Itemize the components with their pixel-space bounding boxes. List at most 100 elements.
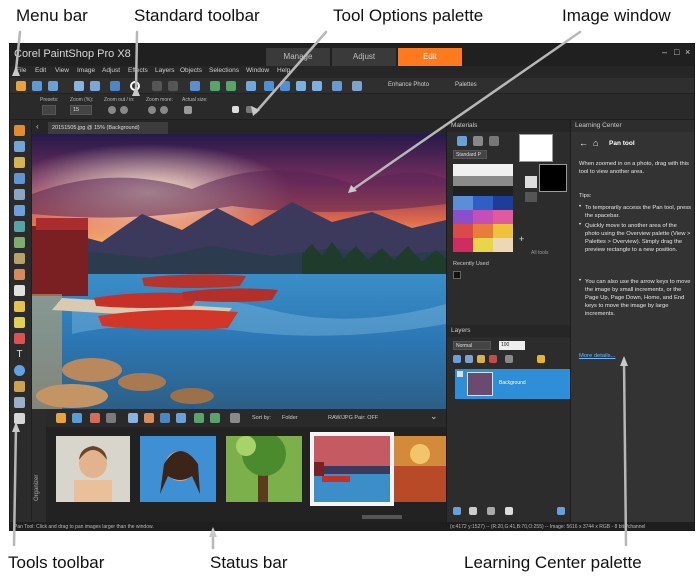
organizer-print-icon[interactable] [144, 413, 154, 423]
crop-tool-icon[interactable] [14, 189, 25, 200]
clone-tool-icon[interactable] [14, 237, 25, 248]
thumbnail-5[interactable] [394, 436, 446, 502]
fit-window-icon[interactable] [280, 81, 290, 91]
warp-tool-icon[interactable] [14, 397, 25, 408]
zoom-in-icon[interactable] [296, 81, 306, 91]
layers-delete-icon[interactable] [505, 507, 513, 515]
more-details-link[interactable]: More details... [579, 352, 691, 360]
thumbnail-3[interactable] [226, 436, 302, 502]
organizer-rotate-icon[interactable] [176, 413, 186, 423]
sort-dropdown[interactable]: Folder [282, 415, 298, 421]
new-adjustment-layer-icon[interactable] [477, 355, 485, 363]
chevron-left-icon[interactable]: ‹ [36, 122, 39, 131]
organizer-view-icon[interactable] [72, 413, 82, 423]
repeat-icon[interactable] [168, 81, 178, 91]
copy-icon[interactable] [246, 81, 256, 91]
redo-icon[interactable] [152, 81, 162, 91]
transparent-icon[interactable] [525, 192, 537, 202]
redeye-tool-icon[interactable] [14, 221, 25, 232]
dodge-tool-icon[interactable] [14, 301, 25, 312]
opacity-field[interactable]: 100 [499, 341, 525, 350]
zoom-out-button-icon[interactable] [108, 106, 116, 114]
layers-properties-icon[interactable] [557, 507, 565, 515]
organizer-redo-icon[interactable] [210, 413, 220, 423]
new-raster-layer-icon[interactable] [453, 355, 461, 363]
enhance-photo-menu[interactable]: Enhance Photo [388, 82, 429, 88]
organizer-browse-icon[interactable] [56, 413, 66, 423]
color-swatches[interactable] [453, 164, 513, 256]
layers-bottom-icon-1[interactable] [453, 507, 461, 515]
browse-icon[interactable] [32, 81, 42, 91]
rainbow-frame-icon[interactable] [473, 136, 483, 146]
zoom-in-button-icon[interactable] [120, 106, 128, 114]
zoom-more-out-icon[interactable] [148, 106, 156, 114]
straighten-tool-icon[interactable] [14, 205, 25, 216]
display-icon[interactable] [332, 81, 342, 91]
raw-jpg-toggle[interactable]: RAW/JPG Pair: OFF [328, 415, 378, 421]
lasso-tool-icon[interactable] [14, 157, 25, 168]
palette-dropdown[interactable]: Standard P [453, 150, 487, 159]
layers-bottom-icon-3[interactable] [487, 507, 495, 515]
organizer-tag-icon[interactable] [90, 413, 100, 423]
pen-tool-icon[interactable] [14, 381, 25, 392]
option-square-icon-2[interactable] [246, 106, 253, 113]
thumbnail-1[interactable] [56, 436, 130, 502]
save-icon[interactable] [48, 81, 58, 91]
new-vector-layer-icon[interactable] [465, 355, 473, 363]
image-window[interactable] [32, 134, 446, 409]
layers-bottom-icon-2[interactable] [469, 507, 477, 515]
back-arrow-icon[interactable]: ← [579, 138, 588, 148]
menu-layers[interactable]: Layers [155, 67, 175, 74]
print-icon[interactable] [74, 81, 84, 91]
zoom-input[interactable]: 15 [70, 105, 92, 115]
swatches-frame-icon[interactable] [489, 136, 499, 146]
all-tools-checkbox[interactable]: All tools [531, 250, 549, 256]
menu-effects[interactable]: Effects [128, 67, 148, 74]
undo-circle-icon[interactable] [130, 81, 140, 91]
menu-view[interactable]: View [55, 67, 69, 74]
menu-edit[interactable]: Edit [35, 67, 46, 74]
thumbnail-2[interactable] [140, 436, 216, 502]
redo-arrow-icon[interactable] [226, 81, 236, 91]
organizer-rate-icon[interactable] [106, 413, 116, 423]
open-icon[interactable] [16, 81, 26, 91]
lock-icon[interactable] [537, 355, 545, 363]
tab-adjust[interactable]: Adjust [332, 48, 396, 66]
menu-help[interactable]: Help [277, 67, 290, 74]
undo-icon[interactable] [210, 81, 220, 91]
menu-selections[interactable]: Selections [209, 67, 239, 74]
organizer-undo-icon[interactable] [194, 413, 204, 423]
palettes-menu[interactable]: Palettes [455, 82, 477, 88]
close-button[interactable]: × [685, 47, 690, 57]
document-tab[interactable]: 20151505.jpg @ 15% (Background) [48, 122, 168, 134]
pan-tool-icon[interactable] [14, 125, 25, 136]
mask-layer-icon[interactable] [489, 355, 497, 363]
eraser-tool-icon[interactable] [14, 285, 25, 296]
minimize-button[interactable]: – [662, 47, 667, 57]
layer-row-background[interactable]: Background [455, 369, 571, 399]
crop-icon[interactable] [190, 81, 200, 91]
blend-mode-dropdown[interactable]: Normal [453, 341, 491, 350]
move-tool-icon[interactable] [14, 141, 25, 152]
organizer-people-icon[interactable] [128, 413, 138, 423]
organizer-tools-icon[interactable] [230, 413, 240, 423]
tab-edit[interactable]: Edit [398, 48, 462, 66]
share-connect-icon[interactable] [110, 81, 120, 91]
menu-objects[interactable]: Objects [180, 67, 202, 74]
menu-adjust[interactable]: Adjust [102, 67, 120, 74]
color-changer-icon[interactable] [14, 333, 25, 344]
background-color-swatch[interactable] [539, 164, 567, 192]
text-tool-icon[interactable]: T [14, 349, 25, 360]
option-square-icon[interactable] [232, 106, 239, 113]
zoom-more-in-icon[interactable] [160, 106, 168, 114]
scripts-icon[interactable] [352, 81, 362, 91]
menu-image[interactable]: Image [77, 67, 95, 74]
maximize-button[interactable]: □ [674, 47, 679, 57]
recent-color-swatch[interactable] [453, 271, 461, 279]
share-icon[interactable] [90, 81, 100, 91]
chevron-down-icon[interactable]: ⌄ [430, 411, 438, 422]
swatch-frame-icon[interactable] [457, 136, 467, 146]
brush-tool-icon[interactable] [14, 269, 25, 280]
menu-window[interactable]: Window [246, 67, 269, 74]
foreground-color-swatch[interactable] [519, 134, 553, 162]
